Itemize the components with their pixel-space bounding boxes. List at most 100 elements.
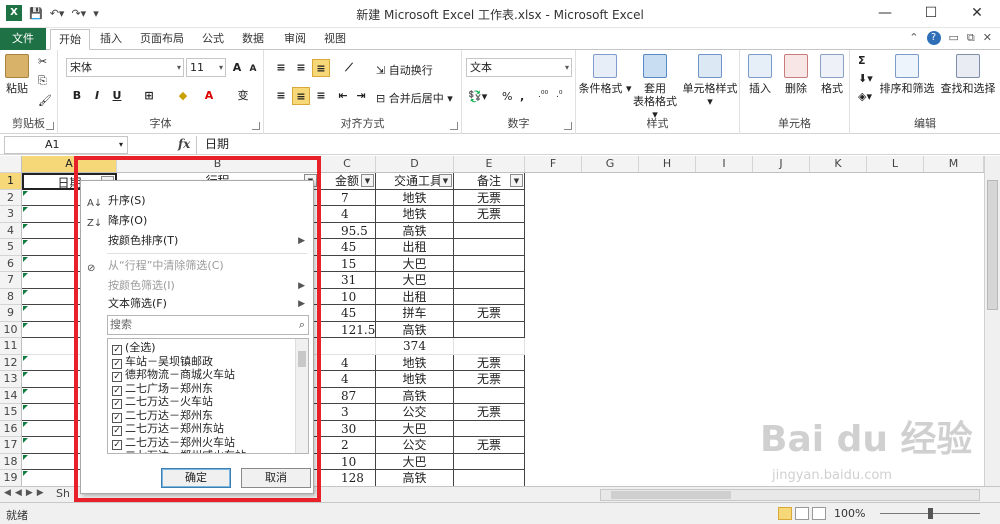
- notes-cell[interactable]: [454, 387, 525, 404]
- cell-styles-button[interactable]: 单元格样式 ▾: [680, 54, 740, 108]
- tab-view[interactable]: 视图: [316, 29, 354, 50]
- transport-cell[interactable]: 大巴: [376, 272, 454, 289]
- help-icon[interactable]: ?: [926, 31, 941, 45]
- amount-cell[interactable]: 87: [319, 387, 376, 404]
- notes-cell[interactable]: 无票: [454, 305, 525, 322]
- align-left-icon[interactable]: ≡: [272, 87, 290, 105]
- align-top-icon[interactable]: ≡: [272, 59, 290, 77]
- page-layout-view-icon[interactable]: [795, 507, 809, 520]
- amount-cell[interactable]: 30: [319, 420, 376, 437]
- insert-function-button[interactable]: fx: [178, 137, 190, 151]
- transport-cell[interactable]: 大巴: [376, 453, 454, 470]
- normal-view-icon[interactable]: [778, 507, 792, 520]
- row-header[interactable]: 1: [0, 173, 22, 190]
- notes-cell[interactable]: 无票: [454, 437, 525, 454]
- ribbon-collapse-icon[interactable]: ⌃: [909, 31, 918, 45]
- transport-cell[interactable]: 地铁: [376, 371, 454, 388]
- increase-decimal-icon[interactable]: .⁰⁰: [538, 90, 548, 100]
- notes-cell[interactable]: [454, 470, 525, 486]
- notes-cell[interactable]: [454, 453, 525, 470]
- row-header[interactable]: 15: [0, 404, 22, 421]
- row-header[interactable]: 4: [0, 222, 22, 239]
- format-cells-button[interactable]: 格式: [816, 54, 848, 95]
- amount-cell[interactable]: 45: [319, 239, 376, 256]
- header-cell-transport[interactable]: 交通工具 ▼: [376, 173, 454, 190]
- row-header[interactable]: 3: [0, 206, 22, 223]
- increase-indent-icon[interactable]: ⇥: [352, 87, 370, 105]
- amount-cell[interactable]: 7: [319, 189, 376, 206]
- transport-cell[interactable]: 地铁: [376, 206, 454, 223]
- format-painter-icon[interactable]: 🖌: [38, 94, 52, 107]
- notes-cell[interactable]: [454, 255, 525, 272]
- tab-insert[interactable]: 插入: [92, 29, 130, 50]
- transport-cell[interactable]: 地铁: [376, 354, 454, 371]
- comma-button[interactable]: ,: [520, 90, 524, 103]
- transport-cell[interactable]: 拼车: [376, 305, 454, 322]
- zoom-slider[interactable]: [880, 508, 980, 519]
- amount-cell[interactable]: 10: [319, 288, 376, 305]
- number-launcher-icon[interactable]: [564, 122, 572, 130]
- amount-cell[interactable]: 2: [319, 437, 376, 454]
- tab-review[interactable]: 审阅: [276, 29, 314, 50]
- amount-cell[interactable]: 128: [319, 470, 376, 486]
- row-header[interactable]: 7: [0, 272, 22, 289]
- orientation-icon[interactable]: ⟋: [340, 59, 358, 77]
- column-header-e[interactable]: E: [454, 156, 525, 173]
- doc-restore-icon[interactable]: ⧉: [967, 31, 975, 45]
- close-icon[interactable]: ✕: [954, 0, 1000, 28]
- notes-cell[interactable]: [454, 288, 525, 305]
- align-right-icon[interactable]: ≡: [312, 87, 330, 105]
- row-header[interactable]: 6: [0, 255, 22, 272]
- notes-cell[interactable]: [454, 321, 525, 338]
- row-header[interactable]: 2: [0, 189, 22, 206]
- column-header-i[interactable]: I: [696, 156, 753, 173]
- row-header[interactable]: 9: [0, 305, 22, 322]
- alignment-launcher-icon[interactable]: [450, 122, 458, 130]
- maximize-icon[interactable]: ☐: [908, 0, 954, 28]
- minimize-icon[interactable]: —: [862, 0, 908, 28]
- bold-button[interactable]: B: [68, 87, 86, 105]
- number-format-select[interactable]: 文本 ▾: [466, 58, 572, 77]
- tab-file[interactable]: 文件: [0, 28, 46, 50]
- conditional-format-button[interactable]: 条件格式 ▾: [578, 54, 632, 95]
- column-header-l[interactable]: L: [867, 156, 924, 173]
- sheet-nav-icon[interactable]: ◀◀▶▶: [4, 488, 48, 498]
- row-header[interactable]: 10: [0, 321, 22, 338]
- pinyin-button[interactable]: 变: [234, 87, 252, 105]
- transport-cell[interactable]: 公交: [376, 404, 454, 421]
- transport-cell[interactable]: 出租: [376, 239, 454, 256]
- transport-cell[interactable]: 高铁: [376, 321, 454, 338]
- currency-icon[interactable]: 💱▾: [468, 90, 487, 103]
- insert-cells-button[interactable]: 插入: [744, 54, 776, 95]
- font-name-select[interactable]: 宋体 ▾: [66, 58, 184, 77]
- notes-cell[interactable]: 无票: [454, 354, 525, 371]
- notes-cell[interactable]: [454, 338, 525, 355]
- amount-cell[interactable]: 4: [319, 354, 376, 371]
- zoom-slider-knob[interactable]: [928, 508, 933, 519]
- row-header[interactable]: 11: [0, 338, 22, 355]
- notes-cell[interactable]: [454, 239, 525, 256]
- page-break-view-icon[interactable]: [812, 507, 826, 520]
- amount-cell[interactable]: 10: [319, 453, 376, 470]
- align-middle-icon[interactable]: ≡: [292, 59, 310, 77]
- column-header-c[interactable]: C: [319, 156, 376, 173]
- fill-color-icon[interactable]: ◆: [174, 87, 192, 105]
- column-header-f[interactable]: F: [525, 156, 582, 173]
- column-header-m[interactable]: M: [924, 156, 984, 173]
- transport-cell[interactable]: 出租: [376, 288, 454, 305]
- notes-cell[interactable]: 无票: [454, 371, 525, 388]
- formula-input[interactable]: 日期: [196, 136, 980, 154]
- horizontal-scroll-thumb[interactable]: [611, 491, 731, 499]
- row-header[interactable]: 12: [0, 354, 22, 371]
- tab-data[interactable]: 数据: [234, 29, 272, 50]
- filter-dropdown-transport[interactable]: ▼: [439, 174, 452, 187]
- select-all-corner[interactable]: [0, 156, 22, 173]
- row-header[interactable]: 16: [0, 420, 22, 437]
- horizontal-scrollbar[interactable]: [600, 489, 980, 501]
- amount-cell[interactable]: 3: [319, 404, 376, 421]
- font-color-icon[interactable]: A: [200, 87, 218, 105]
- tab-page-layout[interactable]: 页面布局: [132, 29, 192, 50]
- transport-cell[interactable]: 地铁: [376, 189, 454, 206]
- notes-cell[interactable]: [454, 222, 525, 239]
- amount-cell[interactable]: 4: [319, 371, 376, 388]
